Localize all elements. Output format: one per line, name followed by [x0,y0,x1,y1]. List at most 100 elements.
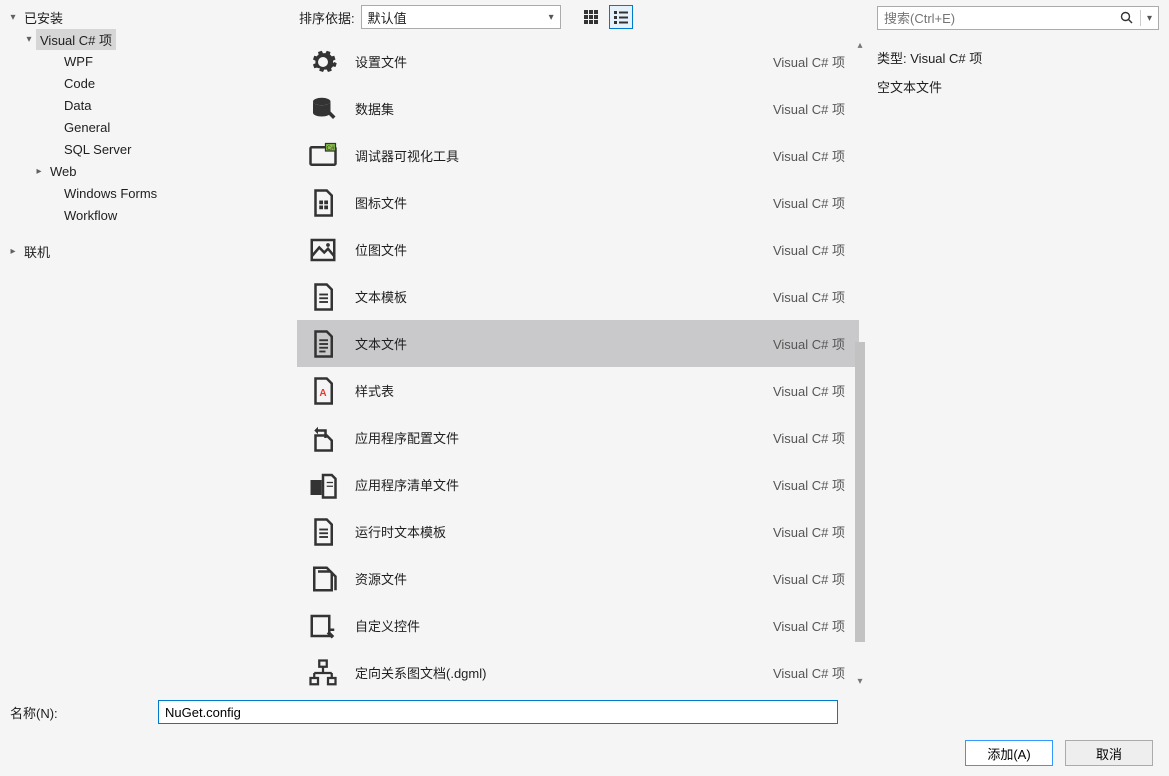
tree-node-workflow[interactable]: ▸ Workflow [4,204,289,226]
template-item[interactable]: 应用程序配置文件Visual C# 项 [297,414,859,461]
template-item[interactable]: 文本文件Visual C# 项 [297,320,859,367]
template-category: Visual C# 项 [773,522,845,541]
template-category: Visual C# 项 [773,287,845,306]
svg-text:C#: C# [327,144,336,151]
view-details-button[interactable] [609,5,633,29]
template-icon [307,516,339,548]
scroll-down-icon[interactable]: ▾ [853,674,867,688]
template-name: 设置文件 [355,52,773,71]
template-icon [307,187,339,219]
search-box[interactable]: ▾ [877,6,1159,30]
template-icon: A [307,375,339,407]
template-item[interactable]: 应用程序清单文件Visual C# 项 [297,461,859,508]
arrow-down-icon: ▾ [22,32,36,46]
tree-node-sqlserver[interactable]: ▸ SQL Server [4,138,289,160]
template-name: 应用程序配置文件 [355,428,773,447]
dropdown-icon[interactable]: ▾ [1145,13,1154,24]
template-category: Visual C# 项 [773,475,845,494]
template-item[interactable]: 文本模板Visual C# 项 [297,273,859,320]
template-icon [307,610,339,642]
template-item[interactable]: A 样式表Visual C# 项 [297,367,859,414]
template-category: Visual C# 项 [773,193,845,212]
tree-node-general[interactable]: ▸ General [4,116,289,138]
template-icon [307,563,339,595]
template-list: 设置文件Visual C# 项数据集Visual C# 项C#调试器可视化工具V… [293,34,867,692]
tree-node-installed[interactable]: ▾ 已安装 [4,6,289,28]
type-label: 类型: [877,51,907,66]
tree-node-winforms[interactable]: ▸ Windows Forms [4,182,289,204]
name-label: 名称(N): [10,703,150,722]
scroll-up-icon[interactable]: ▴ [853,38,867,52]
name-input[interactable] [158,700,838,724]
sort-value: 默认值 [368,8,407,27]
tree-label: Data [60,97,95,114]
template-category: Visual C# 项 [773,99,845,118]
template-category: Visual C# 项 [773,240,845,259]
template-category: Visual C# 项 [773,616,845,635]
template-item[interactable]: 图标文件Visual C# 项 [297,179,859,226]
tree-node-code[interactable]: ▸ Code [4,72,289,94]
tree-label: Code [60,75,99,92]
template-item[interactable]: 资源文件Visual C# 项 [297,555,859,602]
template-item[interactable]: 定向关系图文档(.dgml)Visual C# 项 [297,649,859,692]
template-item[interactable]: 运行时文本模板Visual C# 项 [297,508,859,555]
chevron-down-icon: ▾ [549,12,554,23]
tree-node-wpf[interactable]: ▸ WPF [4,50,289,72]
info-type-row: 类型: Visual C# 项 [877,48,1159,67]
template-name: 自定义控件 [355,616,773,635]
template-icon [307,93,339,125]
tree-node-visual-csharp[interactable]: ▾ Visual C# 项 [4,28,289,50]
template-icon [307,234,339,266]
view-small-icons-button[interactable] [579,5,603,29]
template-name: 图标文件 [355,193,773,212]
tree-label: Visual C# 项 [36,29,116,50]
template-category: Visual C# 项 [773,428,845,447]
template-name: 应用程序清单文件 [355,475,773,494]
type-value: Visual C# 项 [910,51,982,66]
template-icon: C# [307,140,339,172]
arrow-right-icon: ▸ [6,244,20,258]
tree-label: SQL Server [60,141,135,158]
info-description: 空文本文件 [877,77,1159,96]
tree-label: 联机 [20,241,54,262]
bottom-bar: 名称(N): 添加(A) 取消 [0,692,1169,776]
template-icon [307,469,339,501]
category-tree: ▾ 已安装 ▾ Visual C# 项 ▸ WPF ▸ Code ▸ Data … [0,0,293,692]
template-name: 数据集 [355,99,773,118]
template-name: 资源文件 [355,569,773,588]
scrollbar[interactable]: ▴ ▾ [853,38,867,688]
search-input[interactable] [884,11,1118,26]
template-item[interactable]: C# 调试器可视化工具Visual C# 项 [297,132,859,179]
template-name: 定向关系图文档(.dgml) [355,663,773,682]
tree-label: Web [46,163,81,180]
template-icon [307,422,339,454]
template-category: Visual C# 项 [773,381,845,400]
template-category: Visual C# 项 [773,146,845,165]
svg-text:A: A [319,388,326,399]
sort-dropdown[interactable]: 默认值 ▾ [361,5,561,29]
template-name: 样式表 [355,381,773,400]
sort-label: 排序依据: [299,8,355,27]
template-name: 运行时文本模板 [355,522,773,541]
template-icon [307,46,339,78]
tree-node-web[interactable]: ▸ Web [4,160,289,182]
template-icon [307,281,339,313]
template-name: 文本模板 [355,287,773,306]
toolbar: 排序依据: 默认值 ▾ [293,0,867,34]
tree-node-data[interactable]: ▸ Data [4,94,289,116]
cancel-button[interactable]: 取消 [1065,740,1153,766]
tree-label: Windows Forms [60,185,161,202]
tree-label: Workflow [60,207,121,224]
tree-node-online[interactable]: ▸ 联机 [4,240,289,262]
template-item[interactable]: 位图文件Visual C# 项 [297,226,859,273]
template-item[interactable]: 数据集Visual C# 项 [297,85,859,132]
template-icon [307,657,339,689]
template-name: 调试器可视化工具 [355,146,773,165]
search-icon[interactable] [1118,11,1136,25]
template-item[interactable]: 设置文件Visual C# 项 [297,38,859,85]
template-item[interactable]: 自定义控件Visual C# 项 [297,602,859,649]
add-button[interactable]: 添加(A) [965,740,1053,766]
tree-label: General [60,119,114,136]
scroll-thumb[interactable] [855,342,865,642]
separator [1140,10,1141,26]
